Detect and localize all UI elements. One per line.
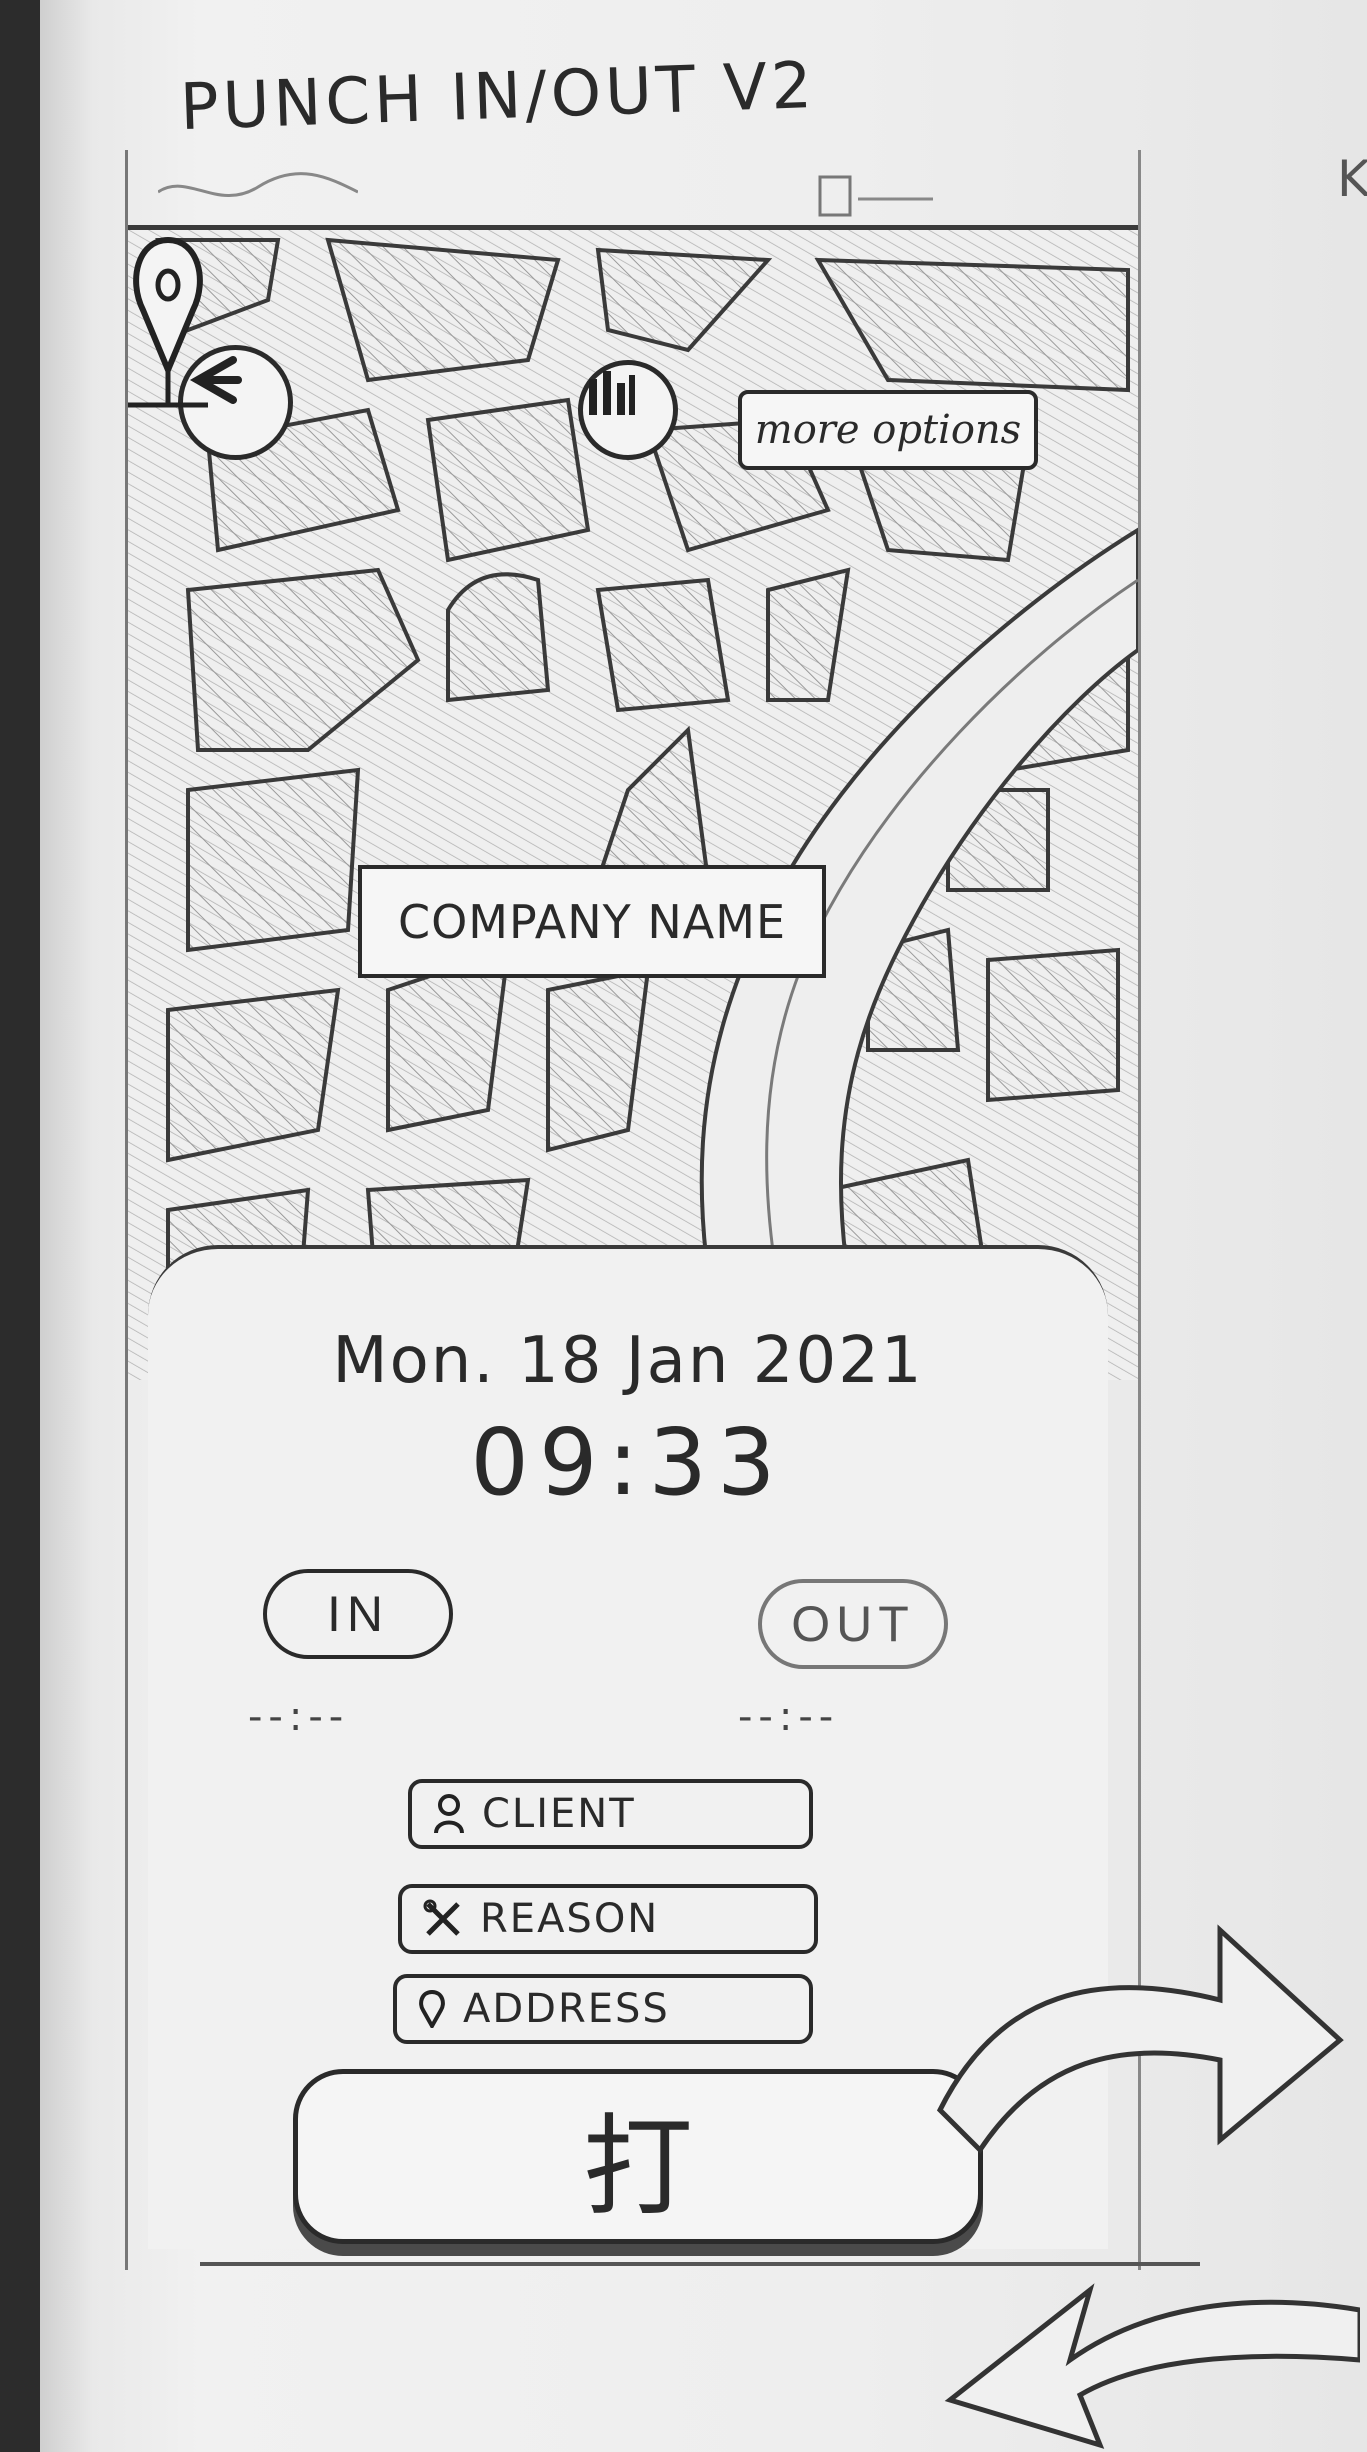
current-date: Mon. 18 Jan 2021 bbox=[332, 1324, 924, 1398]
stats-button[interactable] bbox=[578, 360, 678, 460]
address-label: ADDRESS bbox=[463, 1986, 670, 2032]
address-field[interactable]: ADDRESS bbox=[393, 1974, 813, 2044]
in-time-value: --:-- bbox=[248, 1694, 350, 1740]
edge-mark: K bbox=[1337, 150, 1367, 208]
tools-icon bbox=[423, 1899, 460, 1936]
client-field[interactable]: CLIENT bbox=[408, 1779, 813, 1849]
client-label: CLIENT bbox=[482, 1791, 636, 1837]
sketch-title: PUNCH IN/OUT V2 bbox=[178, 48, 818, 146]
punch-button[interactable]: 打 bbox=[293, 2069, 983, 2244]
reason-label: REASON bbox=[480, 1896, 660, 1942]
reason-field[interactable]: REASON bbox=[398, 1884, 818, 1954]
pin-icon bbox=[419, 1990, 445, 2028]
current-time: 09:33 bbox=[470, 1409, 786, 1516]
curved-arrow-left-icon bbox=[944, 2283, 1360, 2449]
status-scribble-icon bbox=[158, 172, 358, 198]
in-toggle[interactable]: IN bbox=[263, 1569, 453, 1659]
out-time-value: --:-- bbox=[738, 1694, 840, 1740]
out-toggle[interactable]: OUT bbox=[758, 1579, 948, 1669]
company-label[interactable]: COMPANY NAME bbox=[358, 865, 826, 978]
map-view[interactable]: more options COMPANY NAME bbox=[128, 230, 1138, 1380]
person-icon bbox=[434, 1794, 464, 1834]
curved-arrow-right-icon bbox=[936, 1924, 1344, 2154]
status-bar bbox=[128, 150, 1138, 230]
location-pin-icon bbox=[128, 236, 208, 408]
battery-icon bbox=[818, 175, 933, 217]
bar-chart-icon bbox=[589, 371, 635, 415]
page-divider bbox=[200, 2262, 1200, 2266]
more-options-button[interactable]: more options bbox=[738, 390, 1038, 470]
